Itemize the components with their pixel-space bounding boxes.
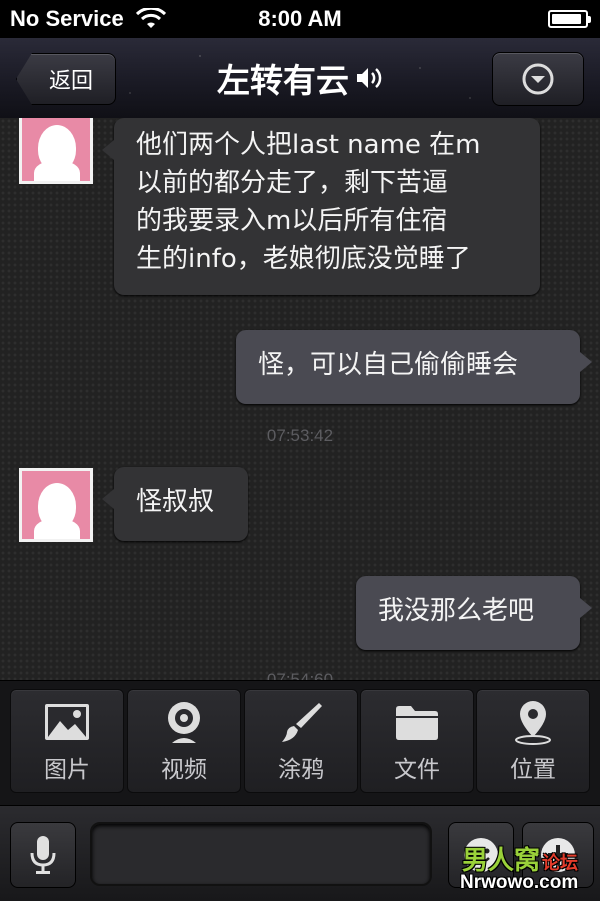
tool-doodle-label: 涂鸦 [278, 757, 324, 783]
message-bubble-incoming[interactable]: 怪叔叔 [102, 467, 248, 541]
chat-area[interactable]: 他们两个人把last name 在m 以前的都分走了，剩下苦逼 的我要录入m以后… [0, 118, 600, 680]
message-line: 的我要录入m以后所有住宿 [136, 206, 448, 236]
more-button[interactable] [522, 822, 594, 888]
tool-video-button[interactable]: 视频 [127, 689, 241, 793]
message-line: 以前的都分走了，剩下苦逼 [136, 168, 449, 198]
battery-icon [548, 10, 591, 28]
wifi-icon [135, 8, 166, 28]
tool-doodle-button[interactable]: 涂鸦 [244, 689, 358, 793]
tool-picture-label: 图片 [44, 757, 90, 783]
avatar[interactable] [19, 118, 93, 184]
message-line: 生的info，老娘彻底没觉睡了 [136, 244, 471, 274]
microphone-icon [30, 836, 56, 874]
message-input[interactable] [90, 822, 432, 886]
avatar[interactable] [19, 468, 93, 542]
message-timestamp: 07:54:60 [266, 670, 334, 680]
message-timestamp: 07:53:42 [266, 426, 334, 445]
message-text: 我没那么老吧 [378, 596, 535, 626]
message-text: 怪叔叔 [136, 487, 215, 517]
voice-button[interactable] [10, 822, 76, 888]
speaker-icon [357, 68, 382, 88]
tool-location-button[interactable]: 位置 [476, 689, 590, 793]
status-bar: No Service 8:00 AM [0, 0, 600, 38]
carrier-label: No Service [10, 6, 124, 31]
message-text: 怪，可以自己偷偷睡会 [258, 350, 519, 380]
battery-fill [552, 14, 581, 24]
webcam-icon [168, 702, 200, 743]
attachment-toolbar: 图片 视频 涂鸦 文件 位置 [0, 680, 600, 806]
input-bar [0, 805, 600, 901]
tool-video-label: 视频 [161, 757, 207, 783]
tool-file-button[interactable]: 文件 [360, 689, 474, 793]
nav-bar: 返回 左转有云 [0, 38, 600, 119]
message-bubble-incoming[interactable]: 他们两个人把last name 在m 以前的都分走了，剩下苦逼 的我要录入m以后… [102, 118, 540, 295]
picture-icon [45, 704, 89, 740]
plus-circle-icon [541, 838, 575, 872]
smiley-icon [464, 838, 498, 872]
chevron-down-circle-icon [522, 63, 554, 95]
emoji-button[interactable] [448, 822, 514, 888]
location-pin-icon [515, 701, 551, 745]
message-bubble-outgoing[interactable]: 怪，可以自己偷偷睡会 [236, 330, 592, 404]
brush-icon [282, 703, 322, 742]
chat-title-text: 左转有云 [217, 61, 349, 100]
tool-file-label: 文件 [394, 757, 440, 783]
message-bubble-outgoing[interactable]: 我没那么老吧 [356, 576, 592, 650]
status-left: No Service [0, 6, 166, 32]
tool-location-label: 位置 [510, 757, 556, 783]
dropdown-menu-button[interactable] [492, 52, 584, 106]
message-line: 他们两个人把last name 在m [136, 130, 481, 160]
folder-icon [396, 706, 438, 740]
tool-picture-button[interactable]: 图片 [10, 689, 124, 793]
